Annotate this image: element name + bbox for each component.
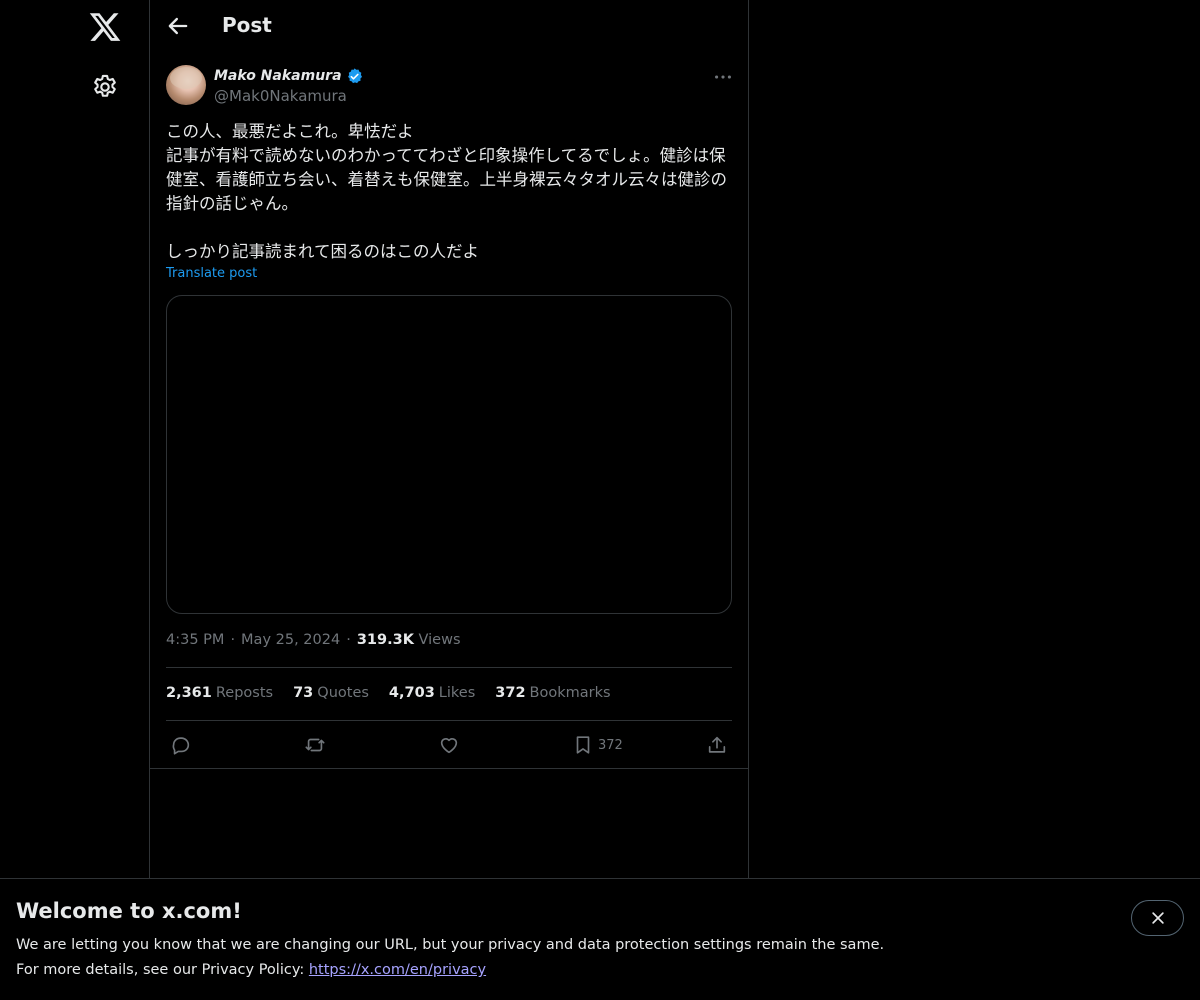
views-label: Views — [418, 632, 461, 648]
reply-icon — [172, 737, 190, 755]
share-button[interactable] — [706, 732, 728, 758]
close-banner-button[interactable] — [1131, 900, 1184, 936]
banner-message: We are letting you know that we are chan… — [16, 937, 885, 953]
post-header: Post — [150, 0, 748, 54]
post-date[interactable]: May 25, 2024 — [241, 632, 340, 648]
more-horizontal-icon[interactable] — [712, 66, 734, 88]
stat-likes[interactable]: 4,703 Likes — [389, 685, 475, 701]
post-meta: 4:35 PM · May 25, 2024 · 319.3K Views — [166, 632, 461, 648]
author-handle[interactable]: @Mak0Nakamura — [214, 87, 347, 105]
app-root: Post Mako Nakamura @Mak0Nakamura この人、最悪だ… — [0, 0, 1200, 1000]
bookmark-button[interactable]: 372 — [572, 732, 623, 758]
banner-privacy-prefix: For more details, see our Privacy Policy… — [16, 962, 309, 978]
stat-quotes[interactable]: 73 Quotes — [293, 685, 369, 701]
post-time[interactable]: 4:35 PM — [166, 632, 224, 648]
views-count: 319.3K — [356, 632, 414, 648]
author-name-row: Mako Nakamura — [214, 66, 364, 86]
avatar[interactable] — [166, 65, 206, 105]
close-icon — [1151, 912, 1164, 924]
author-name[interactable]: Mako Nakamura — [214, 68, 342, 84]
arrow-left-icon[interactable] — [164, 12, 192, 40]
main-column: Post Mako Nakamura @Mak0Nakamura この人、最悪だ… — [149, 0, 749, 878]
post-actions: 372 — [166, 732, 732, 758]
share-icon — [708, 736, 726, 753]
divider — [150, 768, 748, 769]
left-nav — [0, 0, 149, 878]
post-media[interactable] — [166, 295, 732, 614]
verified-badge-icon — [347, 67, 362, 83]
x-logo-icon[interactable] — [88, 10, 122, 44]
url-change-banner: Welcome to x.com! We are letting you kno… — [0, 878, 1200, 1000]
stat-bookmarks[interactable]: 372 Bookmarks — [495, 685, 610, 701]
repost-button[interactable] — [304, 732, 326, 758]
translate-post-link[interactable]: Translate post — [166, 266, 257, 281]
privacy-policy-link[interactable]: https://x.com/en/privacy — [309, 962, 486, 978]
reply-button[interactable] — [170, 732, 192, 758]
divider — [166, 667, 732, 668]
gear-icon[interactable] — [91, 73, 119, 101]
repost-icon — [305, 738, 325, 752]
bookmark-count: 372 — [598, 737, 623, 753]
post-text: この人、最悪だよこれ。卑怯だよ 記事が有料で読めないのわかっててわざと印象操作し… — [166, 122, 727, 261]
post-stats: 2,361 Reposts 73 Quotes 4,703 Likes 372 Book… — [166, 685, 611, 701]
page-title: Post — [222, 13, 272, 37]
banner-title: Welcome to x.com! — [16, 899, 242, 923]
divider — [166, 720, 732, 721]
banner-privacy-line: For more details, see our Privacy Policy… — [16, 962, 486, 978]
stat-reposts[interactable]: 2,361 Reposts — [166, 685, 273, 701]
bookmark-icon — [576, 736, 590, 754]
like-button[interactable] — [438, 732, 460, 758]
heart-icon — [440, 738, 458, 754]
